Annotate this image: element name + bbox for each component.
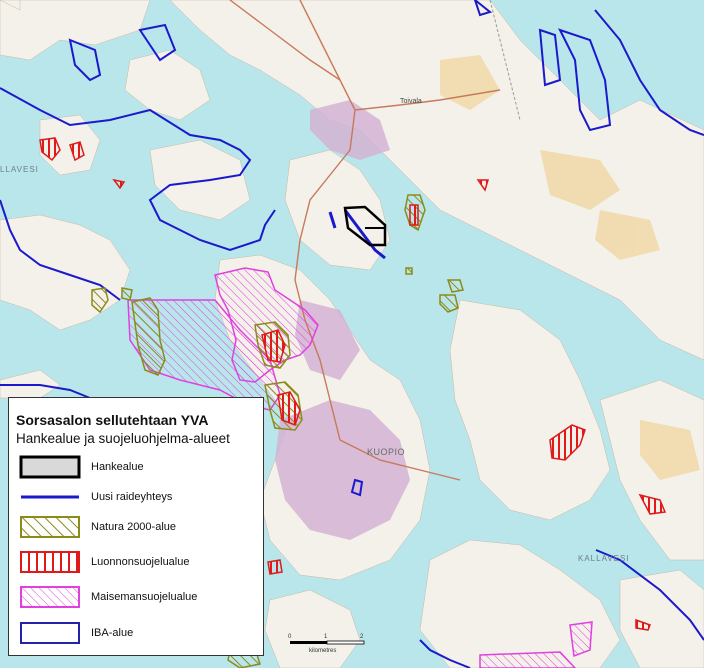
iba-swatch	[20, 622, 80, 644]
legend-item-project-area: Hankealue	[19, 455, 259, 481]
legend-item-new-railway: Uusi raideyhteys	[19, 485, 259, 511]
railway-swatch	[21, 495, 79, 499]
lake-west-label: LLAVESI	[0, 165, 39, 174]
scale-tick-1: 1	[324, 634, 328, 640]
legend-item-iba: IBA-alue	[19, 621, 259, 647]
legend-item-nature-conservation: Luonnonsuojelualue	[19, 550, 259, 576]
landscape-swatch	[20, 586, 80, 608]
legend-label-nature-conservation: Luonnonsuojelualue	[91, 556, 190, 568]
scale-tick-0: 0	[288, 634, 292, 640]
legend-label-iba: IBA-alue	[91, 627, 134, 639]
legend-title: Sorsasalon sellutehtaan YVA	[16, 412, 209, 428]
legend-item-natura: Natura 2000-alue	[19, 515, 259, 541]
legend-item-landscape: Maisemansuojelualue	[19, 585, 259, 611]
legend-subtitle: Hankealue ja suojeluohjelma-alueet	[16, 431, 230, 446]
village-label: Toivala	[400, 98, 422, 105]
project-area-swatch	[19, 455, 81, 479]
natura-swatch	[20, 516, 80, 538]
legend-label-landscape: Maisemansuojelualue	[91, 591, 198, 603]
scale-unit: kilometres	[309, 648, 337, 654]
nature-conservation-swatch	[20, 551, 80, 573]
legend-label-natura: Natura 2000-alue	[91, 521, 177, 533]
legend-label-project-area: Hankealue	[91, 461, 144, 473]
city-label: KUOPIO	[367, 447, 406, 457]
legend-label-new-railway: Uusi raideyhteys	[91, 491, 173, 503]
lake-label: KALLAVESI	[578, 554, 630, 563]
scale-bar: 0 1 2 kilometres	[286, 634, 366, 658]
map-legend: Sorsasalon sellutehtaan YVA Hankealue ja…	[8, 397, 264, 656]
scale-tick-2: 2	[360, 634, 364, 640]
